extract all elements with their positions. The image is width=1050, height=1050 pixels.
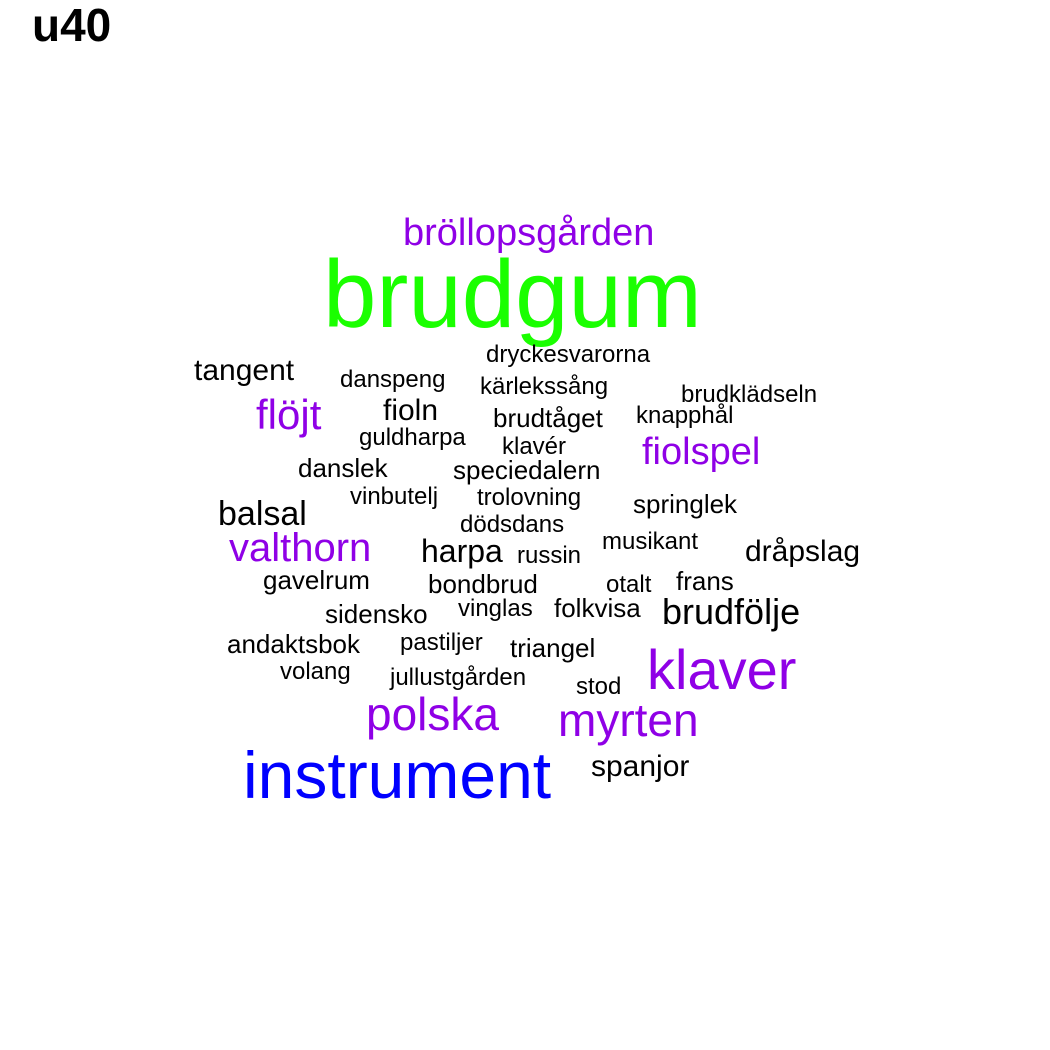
word-brudtåget: brudtåget bbox=[493, 403, 603, 433]
word-jullustgården: jullustgården bbox=[390, 664, 527, 691]
word-frans: frans bbox=[676, 566, 734, 596]
word-springlek: springlek bbox=[633, 489, 738, 519]
word-brudgum: brudgum bbox=[323, 241, 702, 348]
word-guldharpa: guldharpa bbox=[359, 424, 466, 451]
word-tangent: tangent bbox=[194, 354, 295, 387]
word-danslek: danslek bbox=[298, 453, 388, 483]
word-kärlekssång: kärlekssång bbox=[480, 373, 609, 400]
word-dödsdans: dödsdans bbox=[460, 511, 565, 538]
word-triangel: triangel bbox=[510, 633, 596, 663]
word-cloud: brudgum instrument klaver myrten polska bröll… bbox=[0, 0, 1050, 1050]
word-andaktsbok: andaktsbok bbox=[227, 629, 360, 659]
word-myrten: myrten bbox=[558, 694, 699, 746]
word-fioln: fioln bbox=[383, 394, 439, 427]
word-harpa: harpa bbox=[421, 533, 503, 569]
word-musikant: musikant bbox=[602, 528, 699, 555]
word-volang: volang bbox=[280, 658, 351, 685]
word-vinbutelj: vinbutelj bbox=[350, 483, 439, 510]
word-dråpslag: dråpslag bbox=[745, 535, 861, 568]
word-valthorn: valthorn bbox=[229, 526, 372, 570]
word-balsal: balsal bbox=[218, 495, 307, 533]
word-danspeng: danspeng bbox=[340, 366, 446, 393]
word-dryckesvarorna: dryckesvarorna bbox=[486, 341, 651, 368]
word-spanjor: spanjor bbox=[591, 750, 690, 783]
word-pastiljer: pastiljer bbox=[400, 629, 483, 656]
word-stod: stod bbox=[576, 673, 622, 700]
word-flöjt: flöjt bbox=[256, 391, 322, 438]
word-sidensko: sidensko bbox=[325, 599, 428, 629]
word-vinglas: vinglas bbox=[458, 595, 533, 622]
word-russin: russin bbox=[517, 542, 582, 569]
word-gavelrum: gavelrum bbox=[263, 565, 370, 595]
word-instrument: instrument bbox=[243, 738, 552, 812]
word-klaver: klaver bbox=[647, 638, 797, 701]
word-trolovning: trolovning bbox=[477, 484, 582, 511]
word-bröllopsgården: bröllopsgården bbox=[403, 212, 655, 254]
word-folkvisa: folkvisa bbox=[554, 593, 641, 623]
word-bondbrud: bondbrud bbox=[428, 569, 538, 599]
word-fiolspel: fiolspel bbox=[642, 431, 761, 473]
word-polska: polska bbox=[366, 688, 499, 740]
word-knapphål: knapphål bbox=[636, 402, 734, 429]
word-speciedalern: speciedalern bbox=[453, 455, 601, 485]
word-brudfölje: brudfölje bbox=[662, 591, 801, 632]
